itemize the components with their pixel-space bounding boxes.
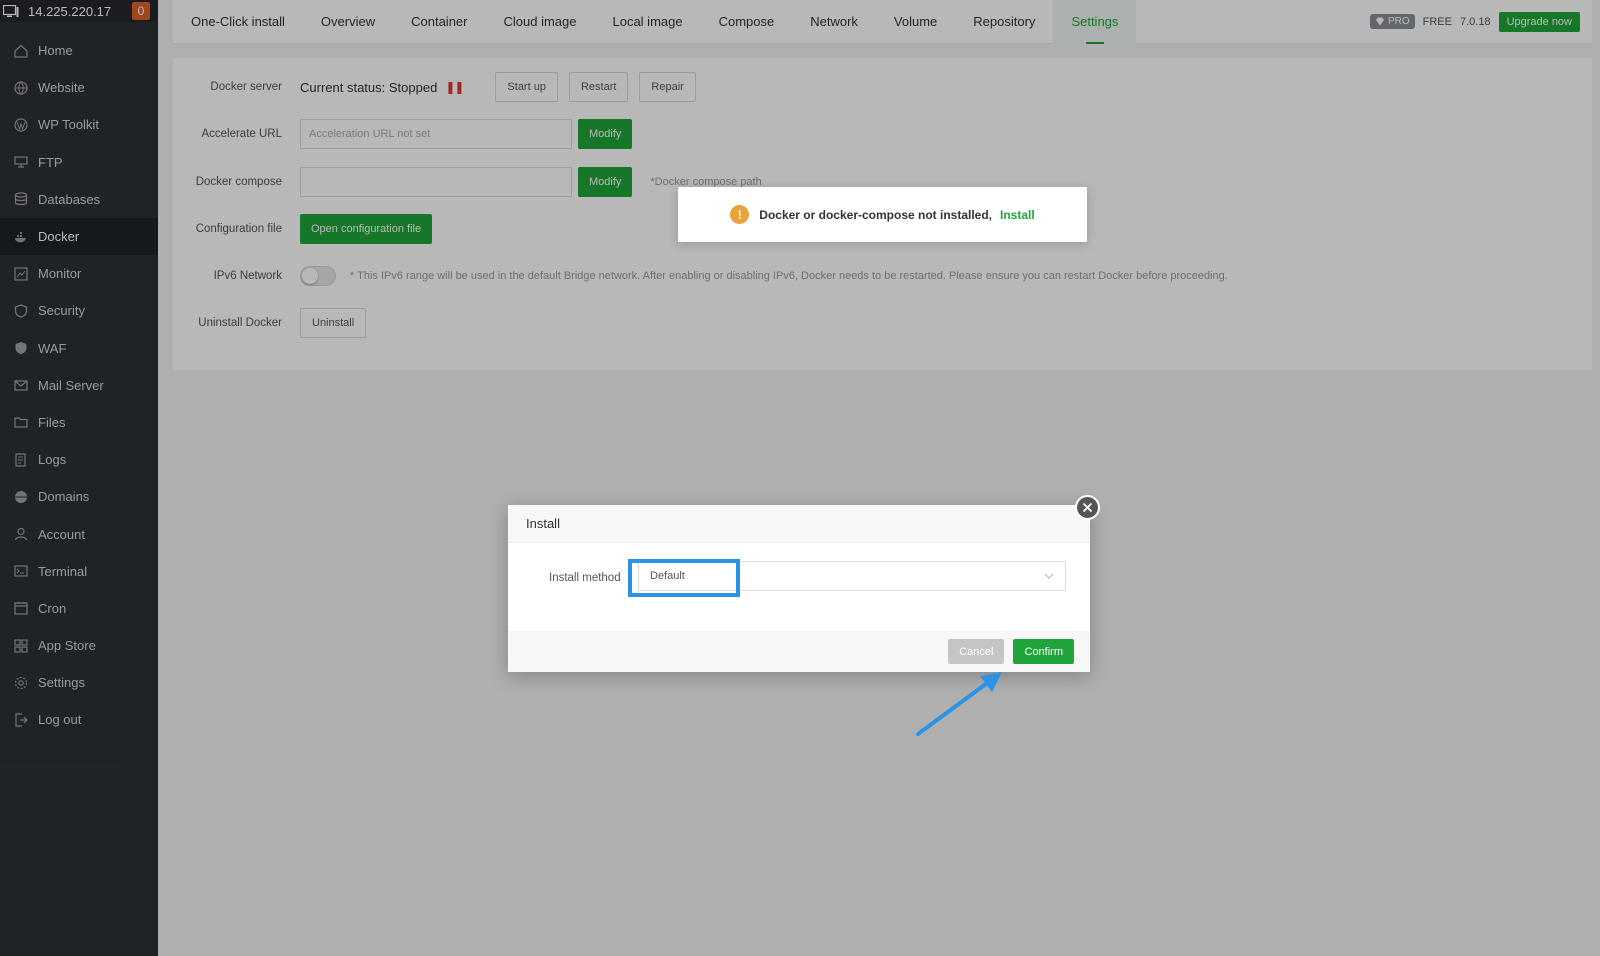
install-method-value: Default (650, 570, 685, 582)
modal-footer: Cancel Confirm (508, 631, 1090, 672)
chevron-down-icon (1044, 573, 1054, 579)
annotation-arrow-icon (916, 672, 1002, 736)
modal-close-button[interactable] (1075, 495, 1100, 520)
install-method-select[interactable]: Default (638, 561, 1066, 591)
cancel-button[interactable]: Cancel (948, 639, 1005, 664)
install-modal: Install Install method Default Cancel Co… (508, 505, 1090, 672)
modal-title: Install (508, 505, 1090, 543)
not-installed-toast: ! Docker or docker-compose not installed… (678, 187, 1087, 242)
modal-overlay[interactable] (0, 0, 1600, 956)
modal-body: Install method Default (508, 543, 1090, 631)
toast-install-link[interactable]: Install (1000, 208, 1035, 222)
confirm-button[interactable]: Confirm (1013, 639, 1074, 664)
toast-message: Docker or docker-compose not installed, (759, 207, 993, 222)
warning-icon: ! (730, 205, 750, 224)
install-method-label: Install method (549, 572, 621, 584)
close-icon (1082, 502, 1093, 513)
